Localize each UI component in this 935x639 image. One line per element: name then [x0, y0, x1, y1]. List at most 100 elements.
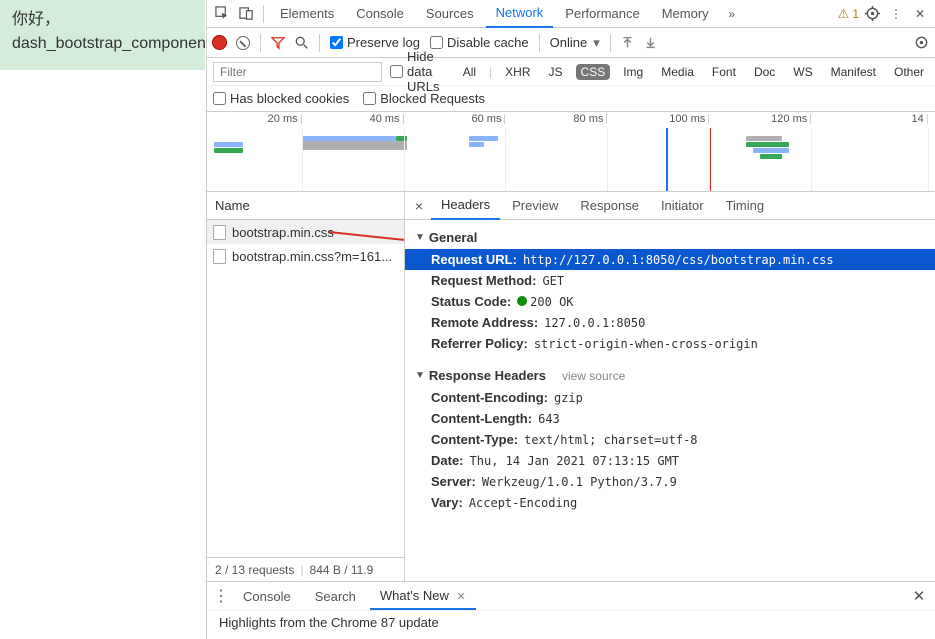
- request-row[interactable]: bootstrap.min.css: [207, 220, 404, 244]
- request-method-row: Request Method: GET: [405, 270, 935, 291]
- requests-count: 2 / 13 requests: [215, 563, 294, 577]
- detail-tab-headers[interactable]: Headers: [431, 191, 500, 220]
- filter-type-media[interactable]: Media: [656, 64, 699, 80]
- record-button[interactable]: [213, 36, 226, 49]
- request-list: Name bootstrap.min.css bootstrap.min.css…: [207, 192, 405, 581]
- detail-tab-initiator[interactable]: Initiator: [651, 192, 714, 219]
- download-har-icon[interactable]: [644, 36, 657, 49]
- request-method-value: GET: [542, 274, 564, 288]
- has-blocked-cookies-input[interactable]: [213, 92, 226, 105]
- network-timeline[interactable]: 20 ms40 ms60 ms80 ms100 ms120 ms14: [207, 112, 935, 192]
- file-icon: [213, 225, 226, 240]
- general-title: General: [429, 230, 477, 245]
- filter-type-js[interactable]: JS: [544, 64, 568, 80]
- filter-type-css[interactable]: CSS: [576, 64, 611, 80]
- content-type-row: Content-Type: text/html; charset=utf-8: [405, 429, 935, 450]
- preserve-log-input[interactable]: [330, 36, 343, 49]
- referrer-policy-row: Referrer Policy: strict-origin-when-cros…: [405, 333, 935, 354]
- close-devtools-icon[interactable]: ✕: [909, 3, 931, 25]
- clear-button[interactable]: [236, 36, 250, 50]
- filter-type-other[interactable]: Other: [889, 64, 929, 80]
- blocked-requests-checkbox[interactable]: Blocked Requests: [363, 91, 485, 106]
- upload-har-icon[interactable]: [621, 36, 634, 49]
- remote-address-key: Remote Address:: [431, 315, 538, 330]
- filter-icon[interactable]: [271, 36, 285, 50]
- filter-type-ws[interactable]: WS: [788, 64, 817, 80]
- tab-elements[interactable]: Elements: [270, 0, 344, 27]
- referrer-policy-key: Referrer Policy:: [431, 336, 528, 351]
- referrer-policy-value: strict-origin-when-cross-origin: [534, 337, 758, 351]
- settings-icon[interactable]: [861, 3, 883, 25]
- drawer-body: Highlights from the Chrome 87 update: [207, 610, 935, 639]
- request-row[interactable]: bootstrap.min.css?m=161...: [207, 244, 404, 268]
- timeline-tick: 100 ms: [669, 114, 709, 124]
- detail-tab-preview[interactable]: Preview: [502, 192, 568, 219]
- drawer-tab-console[interactable]: Console: [233, 584, 301, 609]
- request-name: bootstrap.min.css: [232, 225, 334, 240]
- request-url-value: http://127.0.0.1:8050/css/bootstrap.min.…: [523, 253, 834, 267]
- tab-sources[interactable]: Sources: [416, 0, 484, 27]
- drawer-close-icon[interactable]: ✕: [909, 587, 929, 605]
- drawer-tabs: ⋮ Console Search What's New ✕ ✕: [207, 582, 935, 610]
- detail-tabs: × Headers Preview Response Initiator Tim…: [405, 192, 935, 220]
- file-icon: [213, 249, 226, 264]
- tab-memory[interactable]: Memory: [652, 0, 719, 27]
- close-detail-icon[interactable]: ×: [409, 198, 429, 214]
- inspect-icon[interactable]: [211, 3, 233, 25]
- request-list-header[interactable]: Name: [207, 192, 404, 220]
- request-url-row[interactable]: Request URL: http://127.0.0.1:8050/css/b…: [405, 249, 935, 270]
- filter-type-font[interactable]: Font: [707, 64, 741, 80]
- device-toggle-icon[interactable]: [235, 3, 257, 25]
- content-encoding-row: Content-Encoding: gzip: [405, 387, 935, 408]
- detail-tab-timing[interactable]: Timing: [716, 192, 775, 219]
- filter-row-2: Has blocked cookies Blocked Requests: [207, 86, 935, 112]
- drawer-tab-whatsnew[interactable]: What's New ✕: [370, 583, 476, 610]
- filter-type-all[interactable]: All: [458, 64, 481, 80]
- warning-icon: ⚠: [838, 6, 850, 22]
- warnings-badge[interactable]: ⚠ 1: [838, 6, 859, 22]
- hide-data-urls-input[interactable]: [390, 65, 403, 78]
- response-headers-section[interactable]: ▼ Response Headers view source: [405, 364, 935, 387]
- kebab-icon[interactable]: ⋮: [885, 3, 907, 25]
- disable-cache-checkbox[interactable]: Disable cache: [430, 35, 529, 50]
- status-code-value: 200 OK: [517, 295, 573, 309]
- preserve-log-checkbox[interactable]: Preserve log: [330, 35, 420, 50]
- page-greeting: 你好，: [12, 8, 193, 32]
- devtools-top-bar: Elements Console Sources Network Perform…: [207, 0, 935, 28]
- timeline-tick: 60 ms: [472, 114, 506, 124]
- filter-type-img[interactable]: Img: [618, 64, 648, 80]
- request-method-key: Request Method:: [431, 273, 536, 288]
- has-blocked-cookies-checkbox[interactable]: Has blocked cookies: [213, 91, 349, 106]
- disclosure-icon: ▼: [415, 370, 425, 381]
- vary-row: Vary: Accept-Encoding: [405, 492, 935, 513]
- drawer-tab-search[interactable]: Search: [305, 584, 366, 609]
- tab-performance[interactable]: Performance: [555, 0, 649, 27]
- tab-console[interactable]: Console: [346, 0, 414, 27]
- devtools-panel: Elements Console Sources Network Perform…: [206, 0, 935, 639]
- filter-type-manifest[interactable]: Manifest: [826, 64, 881, 80]
- request-detail: × Headers Preview Response Initiator Tim…: [405, 192, 935, 581]
- throttling-select[interactable]: Online ▾: [550, 35, 600, 51]
- search-icon[interactable]: [295, 36, 309, 50]
- network-toolbar: Preserve log Disable cache Online ▾: [207, 28, 935, 58]
- network-settings-icon[interactable]: [914, 35, 929, 50]
- blocked-requests-input[interactable]: [363, 92, 376, 105]
- general-section[interactable]: ▼ General: [405, 226, 935, 249]
- status-code-key: Status Code:: [431, 294, 511, 309]
- filter-type-doc[interactable]: Doc: [749, 64, 780, 80]
- request-url-key: Request URL:: [431, 252, 517, 267]
- status-code-row: Status Code: 200 OK: [405, 291, 935, 312]
- drawer-kebab-icon[interactable]: ⋮: [213, 586, 229, 606]
- request-rows: bootstrap.min.css bootstrap.min.css?m=16…: [207, 220, 404, 557]
- close-tab-icon[interactable]: ✕: [456, 591, 465, 603]
- filter-type-xhr[interactable]: XHR: [500, 64, 535, 80]
- disclosure-icon: ▼: [415, 232, 425, 243]
- requests-size: 844 B / 11.9: [310, 563, 374, 577]
- response-headers-title: Response Headers: [429, 368, 546, 383]
- tab-network[interactable]: Network: [486, 0, 554, 28]
- view-source-link[interactable]: view source: [562, 369, 625, 383]
- detail-tab-response[interactable]: Response: [570, 192, 649, 219]
- filter-input[interactable]: [213, 62, 382, 82]
- more-tabs-icon[interactable]: »: [721, 3, 743, 25]
- disable-cache-input[interactable]: [430, 36, 443, 49]
